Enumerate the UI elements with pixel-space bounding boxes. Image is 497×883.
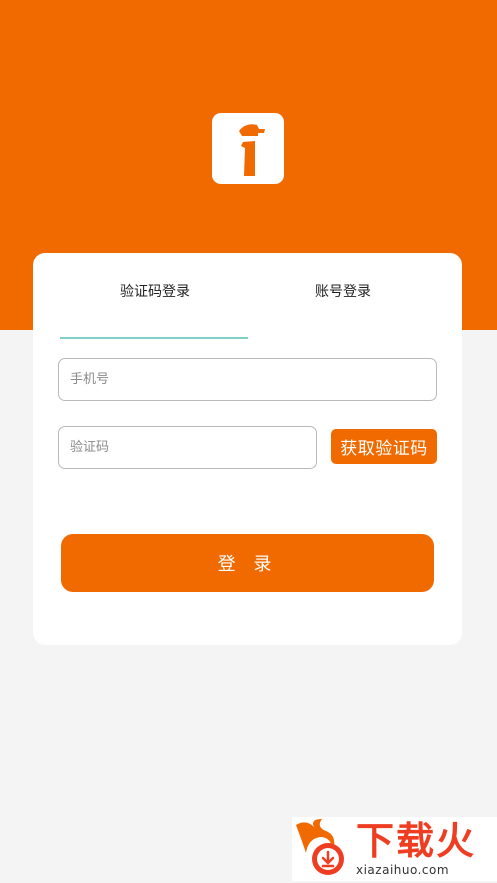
watermark-domain: xiazaihuo.com xyxy=(356,863,450,877)
watermark-title: 下载火 xyxy=(356,819,477,863)
watermark: 下载火 xiazaihuo.com xyxy=(292,817,497,881)
active-tab-indicator xyxy=(60,337,248,339)
app-logo xyxy=(212,113,284,184)
flame-download-icon xyxy=(296,819,344,875)
tab-account-login[interactable]: 账号登录 xyxy=(313,281,373,301)
login-card: 验证码登录 账号登录 获取验证码 登 录 xyxy=(33,253,462,645)
get-code-button[interactable]: 获取验证码 xyxy=(331,429,437,464)
login-button[interactable]: 登 录 xyxy=(61,534,434,592)
tab-sms-login[interactable]: 验证码登录 xyxy=(119,281,191,301)
phone-input[interactable] xyxy=(58,358,437,401)
app-logo-icon xyxy=(239,124,265,176)
verification-code-input[interactable] xyxy=(58,426,317,469)
